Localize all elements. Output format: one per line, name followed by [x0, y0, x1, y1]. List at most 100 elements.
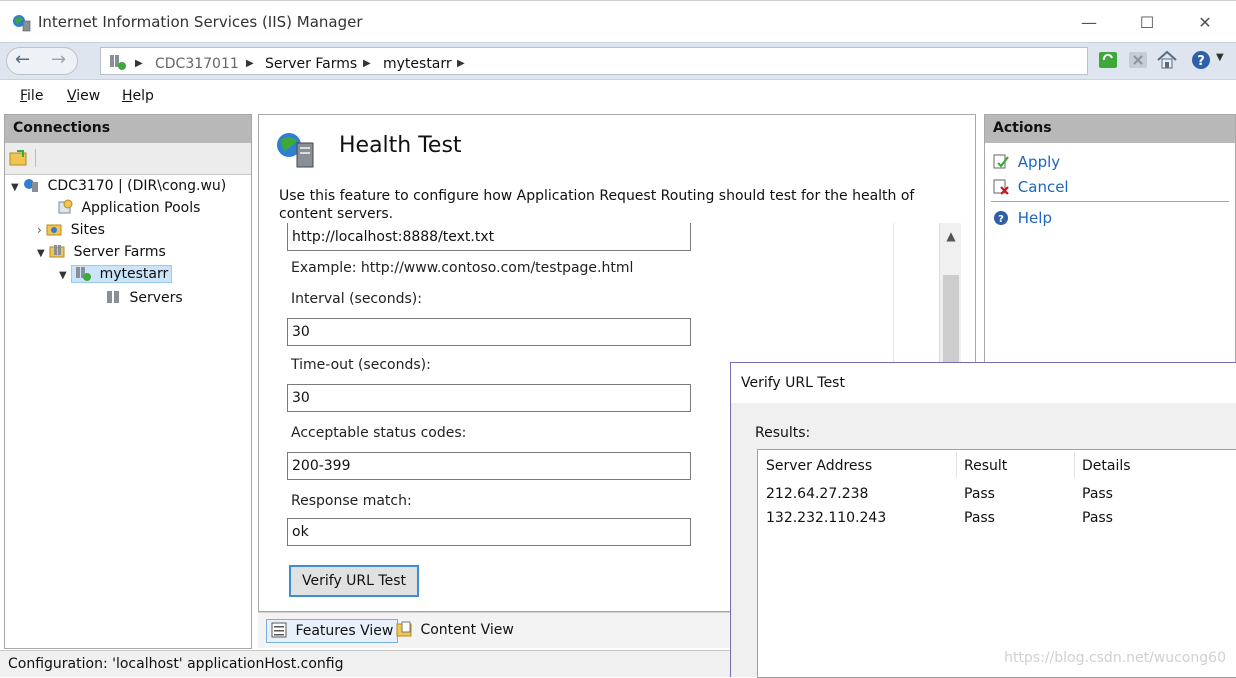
timeout-input[interactable] — [287, 384, 691, 412]
features-view-icon — [271, 622, 287, 638]
cell-details: Pass — [1082, 510, 1113, 526]
actions-pane: Actions Apply Cancel ? Help — [984, 114, 1236, 364]
chevron-down-icon[interactable]: ▼ — [37, 248, 45, 259]
server-farms-icon — [49, 245, 65, 258]
url-example-text: Example: http://www.contoso.com/testpage… — [291, 260, 634, 276]
column-header-result[interactable]: Result — [964, 458, 1007, 474]
watermark-text: https://blog.csdn.net/wucong60 — [1004, 650, 1226, 666]
server-farm-icon — [110, 55, 126, 70]
feature-description: Use this feature to configure how Applic… — [279, 188, 915, 222]
maximize-button[interactable]: ☐ — [1124, 9, 1170, 37]
connections-toolbar — [5, 143, 251, 175]
menu-view[interactable]: View — [67, 88, 100, 104]
sites-folder-icon — [46, 224, 62, 236]
column-divider — [1074, 452, 1075, 478]
connect-icon[interactable] — [9, 149, 29, 167]
breadcrumb-farm[interactable]: mytestarr — [383, 56, 452, 72]
column-divider — [956, 452, 957, 478]
menu-help[interactable]: Help — [122, 88, 154, 104]
table-row[interactable]: 212.64.27.238 Pass Pass — [758, 484, 1236, 506]
response-match-label: Response match: — [291, 493, 412, 509]
dialog-title: Verify URL Test — [741, 375, 845, 391]
status-codes-label: Acceptable status codes: — [291, 425, 467, 441]
cell-result: Pass — [964, 486, 995, 502]
chevron-right-icon[interactable]: › — [37, 223, 42, 237]
address-bar: ← → ▶ CDC317011 ▶ Server Farms ▶ mytesta… — [0, 42, 1236, 80]
help-icon: ? — [994, 211, 1008, 225]
content-view-icon — [396, 621, 412, 637]
refresh-icon[interactable] — [1098, 51, 1118, 69]
svg-text:?: ? — [1197, 54, 1205, 69]
tree-selection: mytestarr — [71, 265, 173, 283]
chevron-down-icon[interactable]: ▼ — [59, 270, 67, 281]
application-pools-icon — [58, 199, 73, 214]
svg-text:?: ? — [998, 214, 1004, 225]
action-help[interactable]: ? Help — [993, 209, 1052, 227]
interval-label: Interval (seconds): — [291, 291, 422, 307]
chevron-right-icon[interactable]: ▶ — [363, 58, 371, 69]
help-dropdown-chevron-icon[interactable]: ▼ — [1216, 52, 1224, 63]
status-text: Configuration: 'localhost' applicationHo… — [8, 656, 344, 672]
tree-item-sites[interactable]: › Sites — [37, 221, 105, 238]
close-button[interactable]: ✕ — [1182, 9, 1228, 37]
action-apply[interactable]: Apply — [993, 153, 1060, 171]
timeout-label: Time-out (seconds): — [291, 357, 431, 373]
chevron-right-icon[interactable]: ▶ — [246, 58, 254, 69]
address-field[interactable]: ▶ CDC317011 ▶ Server Farms ▶ mytestarr ▶ — [100, 47, 1088, 75]
test-url-input[interactable] — [287, 223, 691, 251]
menu-bar — [0, 84, 1236, 112]
actions-divider — [991, 201, 1229, 202]
server-icon — [24, 179, 39, 192]
results-label: Results: — [755, 425, 811, 441]
cell-server-address: 212.64.27.238 — [766, 486, 869, 502]
tree-item-server-farms[interactable]: ▼ Server Farms — [37, 243, 166, 260]
navigation-buttons: ← → — [6, 47, 78, 75]
servers-icon — [107, 291, 119, 303]
breadcrumb-server-farms[interactable]: Server Farms — [265, 56, 357, 72]
page-title: Health Test — [339, 133, 462, 158]
tree-item-server[interactable]: ▼ CDC3170 | (DIR\cong.wu) — [11, 177, 226, 194]
interval-input[interactable] — [287, 318, 691, 346]
home-icon[interactable] — [1156, 49, 1178, 71]
tab-content-view[interactable]: Content View — [392, 619, 518, 643]
tree-item-application-pools[interactable]: Application Pools — [57, 199, 200, 216]
iis-app-icon — [13, 15, 31, 32]
scroll-up-arrow-icon[interactable]: ▲ — [940, 229, 962, 243]
verify-url-test-button[interactable]: Verify URL Test — [289, 565, 419, 597]
verify-url-test-dialog: Verify URL Test Results: Server Address … — [730, 362, 1236, 678]
connections-header: Connections — [5, 115, 251, 143]
health-test-icon — [277, 133, 314, 168]
cancel-icon — [993, 179, 1009, 195]
tree-item-servers[interactable]: Servers — [105, 289, 183, 306]
dialog-title-bar: Verify URL Test — [731, 363, 1236, 403]
breadcrumb-server[interactable]: CDC317011 — [155, 56, 239, 72]
cell-result: Pass — [964, 510, 995, 526]
chevron-right-icon[interactable]: ▶ — [457, 58, 465, 69]
action-cancel[interactable]: Cancel — [993, 178, 1069, 196]
stop-icon[interactable] — [1128, 51, 1148, 69]
toolbar-divider — [35, 149, 36, 167]
window-title: Internet Information Services (IIS) Mana… — [38, 13, 363, 31]
tab-features-view[interactable]: Features View — [266, 619, 399, 643]
server-farm-icon — [76, 267, 92, 281]
chevron-down-icon[interactable]: ▼ — [11, 182, 19, 193]
view-tabs: Features View Content View — [258, 612, 738, 648]
column-header-server-address[interactable]: Server Address — [766, 458, 872, 474]
results-list[interactable]: Server Address Result Details 212.64.27.… — [757, 449, 1236, 678]
minimize-button[interactable]: — — [1066, 9, 1112, 37]
help-icon[interactable]: ? — [1190, 49, 1212, 71]
actions-header: Actions — [985, 115, 1235, 143]
chevron-right-icon[interactable]: ▶ — [135, 58, 143, 69]
back-arrow-icon[interactable]: ← — [15, 49, 30, 70]
tree-item-farm[interactable]: ▼ mytestarr — [59, 265, 173, 283]
forward-arrow-icon[interactable]: → — [51, 49, 66, 70]
cell-details: Pass — [1082, 486, 1113, 502]
title-bar: Internet Information Services (IIS) Mana… — [0, 0, 1236, 42]
status-codes-input[interactable] — [287, 452, 691, 480]
column-header-details[interactable]: Details — [1082, 458, 1131, 474]
response-match-input[interactable] — [287, 518, 691, 546]
table-row[interactable]: 132.232.110.243 Pass Pass — [758, 508, 1236, 530]
menu-file[interactable]: File — [20, 88, 43, 104]
apply-icon — [993, 154, 1009, 169]
connections-pane: Connections ▼ CDC3170 | (DIR\cong.wu) Ap… — [4, 114, 252, 649]
